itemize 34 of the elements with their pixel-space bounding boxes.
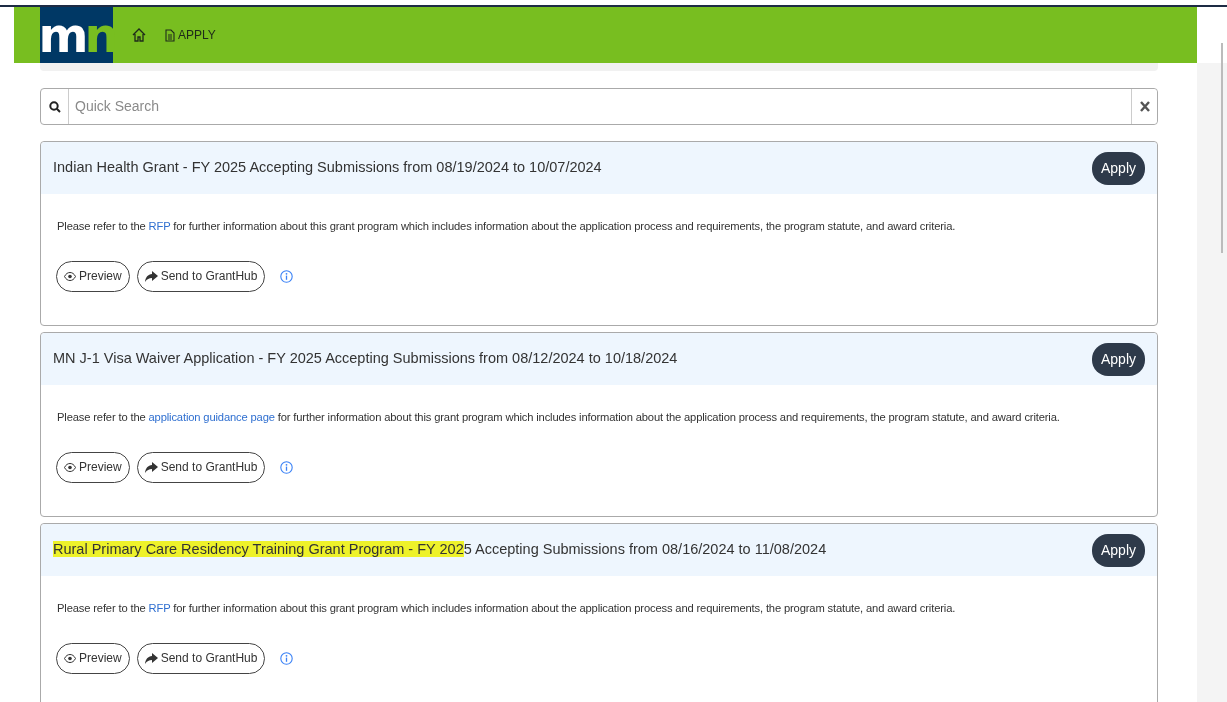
document-icon [165, 28, 175, 42]
apply-button[interactable]: Apply [1091, 151, 1145, 185]
close-button[interactable] [1131, 89, 1157, 124]
description-link[interactable]: RFP [148, 602, 171, 614]
grant-title: Rural Primary Care Residency Training Grant Program - FY 2025 Accepting Submissions from 08/16/2024 to 11/08/2024 [53, 540, 827, 560]
preview-button[interactable]: Preview [56, 260, 130, 292]
eye-icon [64, 271, 76, 281]
share-arrow-icon [144, 461, 158, 473]
share-arrow-icon [144, 652, 158, 664]
apply-button[interactable]: Apply [1091, 342, 1145, 376]
description-text: Please refer to the RFP for further information about this grant program which includes information about the application process and requirements, the program statute, and award criteria. [57, 601, 957, 616]
apply-button[interactable]: Apply [1091, 533, 1145, 567]
description-link[interactable]: application guidance page [148, 411, 275, 423]
send-button[interactable]: Send to GrantHub [136, 642, 266, 674]
info-icon[interactable] [280, 269, 294, 283]
description-text: Please refer to the RFP for further information about this grant program which includes information about the application process and requirements, the program statute, and award criteria. [57, 219, 957, 234]
description-link[interactable]: RFP [148, 220, 171, 232]
info-icon[interactable] [280, 651, 294, 665]
grant-title: MN J-1 Visa Waiver Application - FY 2025 Accepting Submissions from 08/12/2024 to 10/18/2024 [53, 349, 678, 369]
send-button[interactable]: Send to GrantHub [136, 451, 266, 483]
grant-title: Indian Health Grant - FY 2025 Accepting Submissions from 08/19/2024 to 10/07/2024 [53, 158, 602, 178]
apply-link[interactable]: APPLY [165, 26, 216, 44]
close-icon [1139, 101, 1150, 112]
eye-icon [64, 462, 76, 472]
send-button[interactable]: Send to GrantHub [136, 260, 266, 292]
eye-icon [64, 653, 76, 663]
scrollbar[interactable] [1221, 43, 1223, 253]
preview-button[interactable]: Preview [56, 451, 130, 483]
home-link[interactable] [131, 27, 147, 43]
home-icon [131, 27, 147, 43]
description-text: Please refer to the application guidance page for further information about this grant program which includes information about the application process and requirements, the program statute, and award criteria. [57, 410, 1061, 425]
preview-button[interactable]: Preview [56, 642, 130, 674]
share-arrow-icon [144, 270, 158, 282]
info-icon[interactable] [280, 460, 294, 474]
